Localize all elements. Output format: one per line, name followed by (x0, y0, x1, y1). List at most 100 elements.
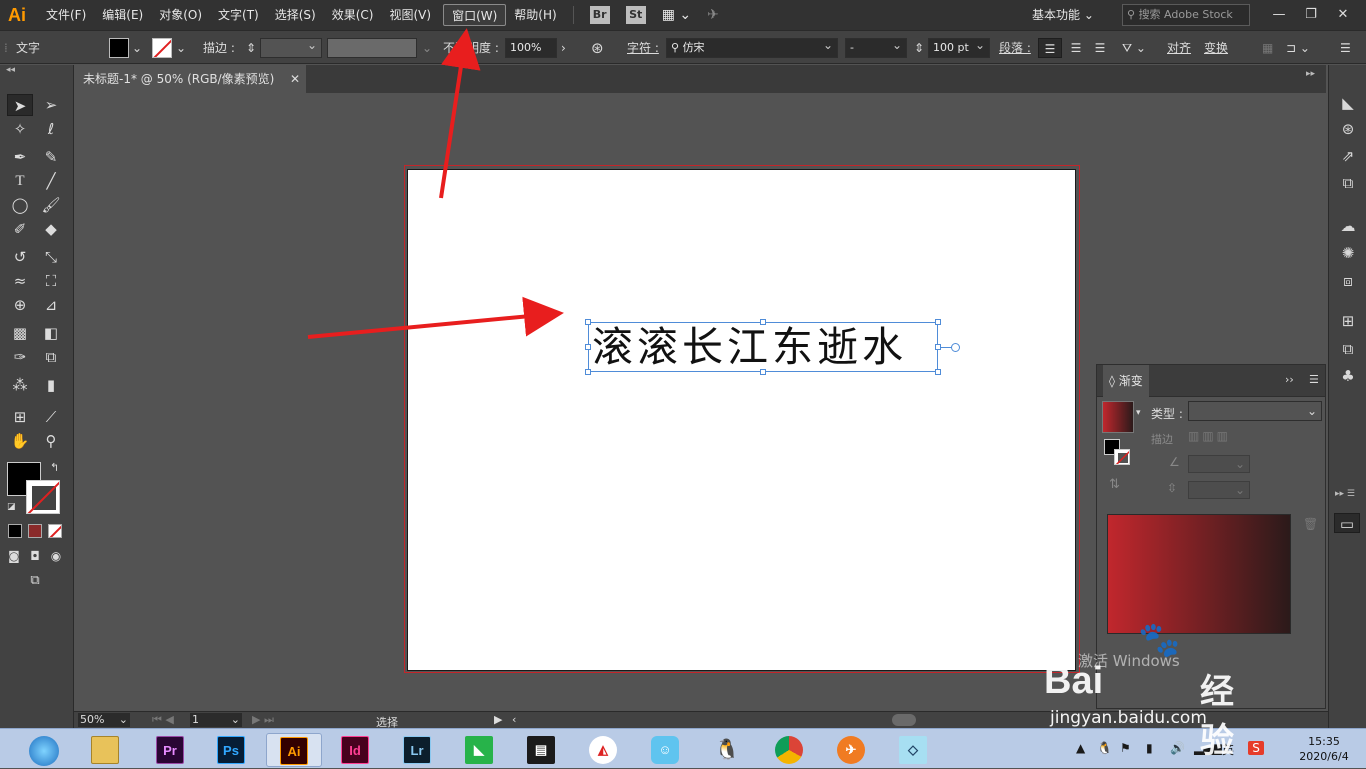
symbols-icon[interactable]: ♣ (1338, 366, 1358, 386)
color-panel-icon[interactable]: ◣ (1338, 93, 1358, 113)
default-colors-icon[interactable]: ◪ (7, 502, 16, 512)
status-menu-arrow-icon[interactable]: ▶ (494, 713, 502, 726)
slice-tool-icon[interactable]: ⟋ (38, 406, 64, 428)
stock-button[interactable]: St (625, 6, 646, 24)
stroke-color-box[interactable] (26, 480, 60, 514)
free-transform-tool-icon[interactable]: ⛶ (38, 270, 64, 292)
bbox-handle-ml[interactable] (585, 344, 591, 350)
tray-expand-icon[interactable]: ▲ (1076, 741, 1085, 755)
taskbar-lightroom[interactable]: Lr (392, 733, 442, 767)
restore-button[interactable]: ❐ (1294, 4, 1328, 26)
align-panel-link[interactable]: 对齐 (1167, 38, 1191, 58)
curvature-tool-icon[interactable]: ✎ (38, 146, 64, 168)
draw-inside-icon[interactable]: ◉ (46, 545, 66, 567)
selection-tool-icon[interactable]: ➤ (7, 94, 33, 116)
font-size-field[interactable]: 100 pt (928, 36, 990, 58)
horizontal-scrollbar-thumb[interactable] (892, 714, 916, 726)
bbox-handle-tl[interactable] (585, 319, 591, 325)
paragraph-label[interactable]: 段落 : (999, 38, 1031, 58)
angle-field[interactable]: ⌄ (1188, 455, 1250, 473)
arrange-documents-icon[interactable]: ▦ ⌄ (654, 4, 699, 26)
cc-libraries-icon[interactable]: ☁ (1338, 216, 1358, 236)
transform-panel-link[interactable]: 变换 (1204, 38, 1228, 58)
scroll-left-icon[interactable]: ‹ (512, 713, 516, 726)
export-icon[interactable]: ⇗ (1338, 146, 1358, 166)
close-tab-icon[interactable]: ✕ (290, 65, 300, 93)
close-button[interactable]: ✕ (1326, 4, 1360, 26)
align-left-icon[interactable]: ☰ (1038, 38, 1062, 58)
gradient-mode-button[interactable] (28, 524, 42, 538)
envelope-warp-icon[interactable]: ⛛ ⌄ (1122, 38, 1146, 58)
direct-selection-tool-icon[interactable]: ➢ (38, 94, 64, 116)
zoom-level-field[interactable]: 50% ⌄ (78, 713, 130, 727)
gradient-dock-icon[interactable]: ▭ (1334, 513, 1360, 533)
symbol-sprayer-tool-icon[interactable]: ⁂ (7, 374, 33, 396)
profile-dropdown-icon[interactable]: ⌄ (422, 38, 432, 58)
line-tool-icon[interactable]: ╱ (38, 170, 64, 192)
font-style-field[interactable]: - (845, 36, 907, 58)
taskbar-app-bird[interactable]: ✈ (826, 733, 876, 767)
font-family-field[interactable]: ⚲ 仿宋 (666, 36, 838, 58)
taskbar-app-cat[interactable]: ☺ (640, 733, 690, 767)
menu-window[interactable]: 窗口(W) (443, 4, 507, 26)
artboard-number-field[interactable]: 1 ⌄ (190, 713, 242, 727)
bridge-button[interactable]: Br (589, 6, 610, 24)
gradient-panel-tab[interactable]: ◊ 渐变 (1103, 365, 1149, 397)
rotate-tool-icon[interactable]: ↺ (7, 246, 33, 268)
taskbar-qq[interactable]: 🐧 (702, 733, 752, 767)
transparency-icon[interactable]: ⧉ (1338, 173, 1358, 193)
artboard-nav-last-icon[interactable]: ▶ ⏭ (252, 713, 274, 727)
panel-collapse-icon[interactable]: ▸▸ (1306, 69, 1315, 79)
document-tab[interactable]: 未标题-1* @ 50% (RGB/像素预览) ✕ (74, 65, 306, 93)
aspect-ratio-field[interactable]: ⌄ (1188, 481, 1250, 499)
bbox-handle-bm[interactable] (760, 369, 766, 375)
workspace-switcher[interactable]: 基本功能 ⌄ (1024, 4, 1102, 26)
tray-qq-icon[interactable]: 🐧 (1097, 741, 1112, 755)
delete-stop-icon[interactable]: 🗑 (1303, 517, 1318, 531)
taskbar-indesign[interactable]: Id (330, 733, 380, 767)
gradient-preview-swatch[interactable] (1102, 401, 1134, 433)
ellipse-tool-icon[interactable]: ◯ (7, 194, 33, 216)
artboard-nav-first-icon[interactable]: ⏮ ◀ (152, 713, 174, 727)
appearance-icon[interactable]: ✺ (1338, 243, 1358, 263)
menu-file[interactable]: 文件(F) (38, 4, 94, 26)
shape-builder-tool-icon[interactable]: ⊕ (7, 294, 33, 316)
gpu-performance-icon[interactable]: ✈ (699, 4, 727, 26)
artboard-tool-icon[interactable]: ⊞ (7, 406, 33, 428)
character-label[interactable]: 字符 : (627, 38, 659, 58)
menu-edit[interactable]: 编辑(E) (94, 4, 151, 26)
none-mode-button[interactable] (48, 524, 62, 538)
lasso-tool-icon[interactable]: ℓ (38, 118, 64, 140)
minimize-button[interactable]: — (1262, 4, 1296, 26)
bbox-handle-bl[interactable] (585, 369, 591, 375)
menu-effect[interactable]: 效果(C) (324, 4, 382, 26)
tray-ime-icon[interactable]: S (1248, 741, 1264, 755)
pathfinder-icon[interactable]: ⧉ (1338, 339, 1358, 359)
blend-tool-icon[interactable]: ⧉ (38, 346, 64, 368)
gradient-slider-preview[interactable] (1107, 514, 1291, 634)
bbox-handle-tm[interactable] (760, 319, 766, 325)
draw-behind-icon[interactable]: ◘ (25, 545, 45, 567)
panel-expand-icon[interactable]: ›› (1285, 373, 1294, 386)
start-button[interactable] (22, 733, 66, 767)
panel-menu-icon[interactable]: ☰ (1309, 373, 1319, 386)
zoom-tool-icon[interactable]: ⚲ (38, 430, 64, 452)
taskbar-premiere[interactable]: Pr (145, 733, 195, 767)
width-tool-icon[interactable]: ≈ (7, 270, 33, 292)
menu-view[interactable]: 视图(V) (381, 4, 439, 26)
taskbar-illustrator[interactable]: Ai (266, 733, 322, 767)
taskbar-chrome[interactable] (764, 733, 814, 767)
fill-swatch[interactable] (109, 38, 129, 58)
stroke-dropdown-icon[interactable]: ⌄ (176, 38, 186, 58)
taskbar-video-app[interactable]: ▤ (516, 733, 566, 767)
eraser-tool-icon[interactable]: ◆ (38, 218, 64, 240)
magic-wand-tool-icon[interactable]: ✧ (7, 118, 33, 140)
pen-tool-icon[interactable]: ✒ (7, 146, 33, 168)
image-trace-icon[interactable]: ⧈ (1338, 271, 1358, 291)
bbox-handle-br[interactable] (935, 369, 941, 375)
taskbar-app-book[interactable]: ◇ (888, 733, 938, 767)
fill-dropdown-icon[interactable]: ⌄ (132, 38, 142, 58)
screen-mode-icon[interactable]: ⧉ (22, 570, 48, 592)
tray-battery-icon[interactable]: ▮ (1146, 741, 1153, 755)
taskbar-explorer[interactable] (80, 733, 130, 767)
